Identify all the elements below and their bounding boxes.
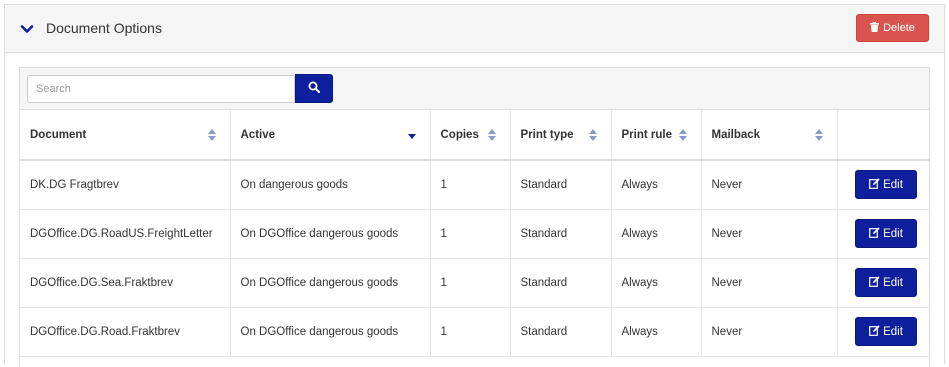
edit-button-label: Edit xyxy=(883,178,903,191)
cell-print-rule: Always xyxy=(611,307,702,357)
chevron-down-icon[interactable] xyxy=(19,21,35,37)
column-header-label: Copies xyxy=(440,128,479,141)
edit-button[interactable]: Edit xyxy=(855,268,917,297)
edit-button-label: Edit xyxy=(883,276,903,289)
cell-active: On DGOffice dangerous goods xyxy=(230,307,431,357)
cell-actions: Edit xyxy=(837,160,930,210)
cell-copies: 1 xyxy=(430,258,511,308)
cell-print-type: Standard xyxy=(510,307,612,357)
cell-actions: Edit xyxy=(837,258,930,308)
edit-button[interactable]: Edit xyxy=(855,219,917,248)
search-input[interactable] xyxy=(27,75,295,103)
cell-print-rule: Always xyxy=(611,160,702,210)
delete-button-label: Delete xyxy=(883,22,915,34)
sort-icon xyxy=(207,129,216,141)
table-row: DGOffice.DG.Sea.Fraktbrev On DGOffice da… xyxy=(20,258,930,308)
search-button[interactable] xyxy=(295,74,333,103)
cell-mailback: Never xyxy=(701,160,838,210)
cell-active: On DGOffice dangerous goods xyxy=(230,209,431,259)
column-header-mailback[interactable]: Mailback xyxy=(701,110,838,161)
cell-copies: 1 xyxy=(430,209,511,259)
sort-icon xyxy=(487,129,496,141)
sort-icon xyxy=(814,129,823,141)
cell-mailback: Never xyxy=(701,258,838,308)
document-options-panel: Document Options Delete Search Document … xyxy=(4,4,945,367)
edit-icon xyxy=(869,324,880,339)
cell-document: DGOffice.DG.Sea.Fraktbrev xyxy=(20,258,231,308)
edit-button[interactable]: Edit xyxy=(855,317,917,346)
cell-copies: 1 xyxy=(430,160,511,210)
table-row: DGOffice.DG.RoadUS.FreightLetter On DGOf… xyxy=(20,209,930,259)
column-header-label: Mailback xyxy=(711,128,761,141)
panel-title: Document Options xyxy=(46,20,162,36)
cell-active: On dangerous goods xyxy=(230,160,431,210)
edit-icon xyxy=(869,275,880,290)
cell-actions: Edit xyxy=(837,209,930,259)
cell-mailback: Never xyxy=(701,209,838,259)
sort-icon xyxy=(588,129,597,141)
sort-icon xyxy=(678,129,687,141)
column-header-label: Document xyxy=(30,128,87,141)
sort-desc-icon xyxy=(407,134,416,139)
panel-header: Document Options Delete xyxy=(5,5,944,53)
edit-icon xyxy=(869,178,880,192)
column-header-active[interactable]: Active xyxy=(230,110,431,161)
search-icon xyxy=(308,81,320,96)
table-row: DK.DG Fragtbrev On dangerous goods 1 Sta… xyxy=(20,160,930,210)
column-header-label: Active xyxy=(240,128,276,141)
cell-actions: Edit xyxy=(837,307,930,357)
cell-print-type: Standard xyxy=(510,258,612,308)
edit-button-label: Edit xyxy=(883,227,903,240)
column-header-label: Print rule xyxy=(621,128,672,141)
cell-document: DGOffice.DG.RoadUS.FreightLetter xyxy=(20,209,231,259)
edit-button[interactable]: Edit xyxy=(855,170,917,200)
delete-button[interactable]: Delete xyxy=(856,14,929,42)
search-bar xyxy=(20,68,929,110)
cell-active: On DGOffice dangerous goods xyxy=(230,258,431,308)
cell-document: DK.DG Fragtbrev xyxy=(20,160,231,210)
column-header-copies[interactable]: Copies xyxy=(430,110,511,161)
edit-button-label: Edit xyxy=(883,325,903,338)
column-header-document[interactable]: Document xyxy=(20,110,231,161)
column-header-actions xyxy=(837,110,930,161)
cell-print-type: Standard xyxy=(510,160,612,210)
documents-table-container: Document Active Copies Print type xyxy=(19,67,930,367)
table-header-row: Document Active Copies Print type Print … xyxy=(20,110,930,161)
table-row: DGOffice.DG.Road.Fraktbrev On DGOffice d… xyxy=(20,307,930,357)
cell-print-rule: Always xyxy=(611,258,702,308)
trash-icon xyxy=(870,21,880,35)
cell-print-type: Standard xyxy=(510,209,612,259)
cell-print-rule: Always xyxy=(611,209,702,259)
cell-copies: 1 xyxy=(430,307,511,357)
column-header-print-type[interactable]: Print type xyxy=(510,110,612,161)
cell-document: DGOffice.DG.Road.Fraktbrev xyxy=(20,307,231,357)
cell-mailback: Never xyxy=(701,307,838,357)
column-header-label: Print type xyxy=(520,128,574,141)
edit-icon xyxy=(869,226,880,241)
column-header-print-rule[interactable]: Print rule xyxy=(611,110,702,161)
documents-table: Document Active Copies Print type Print … xyxy=(20,110,930,357)
